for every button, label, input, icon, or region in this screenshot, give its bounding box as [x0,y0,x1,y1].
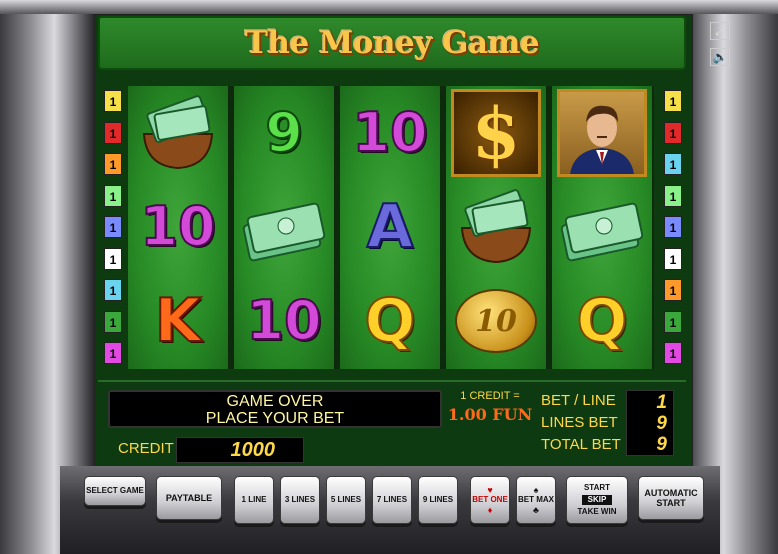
lines-bet-value: 9 [656,413,667,434]
symbol-king: K [154,286,202,356]
right-line-indicator: 1 [664,121,682,144]
cash-stack-icon [560,202,644,262]
heart-icon: ♥ [487,485,493,495]
gold-coin-icon: 10 [455,289,537,353]
five-lines-button[interactable]: 5 LINES [326,476,366,524]
left-line-indicator: 1 [104,90,122,112]
right-line-indicator: 1 [664,184,682,207]
credit-rate-label: 1 CREDIT = [460,390,520,402]
wallet-symbol [128,86,228,180]
left-line-indicator: 1 [104,247,122,270]
right-line-indicator: 1 [664,342,682,364]
message-display: GAME OVER PLACE YOUR BET [108,390,442,428]
spade-icon: ♠ [533,485,539,495]
club-icon: ♣ [533,505,539,515]
three-lines-button[interactable]: 3 LINES [280,476,320,524]
diamond-icon: ♦ [487,505,493,515]
reel-5: Q [552,86,652,369]
left-line-indicator: 1 [104,153,122,175]
reel-3: 10 A Q [340,86,440,369]
message-line-1: GAME OVER [226,393,324,410]
reel-4: $ 10 [446,86,546,369]
cabinet-top-trim [0,0,778,14]
paytable-button[interactable]: PAYTABLE [156,476,222,520]
lines-bet-label: LINES BET [541,414,618,431]
one-line-button[interactable]: 1 LINE [234,476,274,524]
portrait-frame [557,89,647,177]
wallet-icon [142,95,214,170]
right-line-indicator: 1 [664,153,682,175]
bet-per-line-label: BET / LINE [541,392,616,409]
nine-lines-button[interactable]: 9 LINES [418,476,458,524]
automatic-start-button[interactable]: AUTOMATIC START [638,476,704,520]
man-symbol [552,86,652,180]
cash-stack-icon [242,202,326,262]
symbol-ten: 10 [139,195,216,258]
right-line-indicator: 1 [664,247,682,270]
seven-lines-button[interactable]: 7 LINES [372,476,412,524]
bet-one-button[interactable]: ♥ BET ONE ♦ [470,476,510,524]
bet-per-line-value: 1 [656,392,667,413]
symbol-ten: 10 [245,289,322,352]
symbol-ace: A [366,192,414,262]
wallet-icon [460,189,532,264]
reel-2: 9 10 [234,86,334,369]
left-line-indicator: 1 [104,121,122,144]
bet-values-display: 1 9 9 [626,390,674,456]
select-game-button[interactable]: SELECT GAME [84,476,146,506]
symbol-queen: Q [363,286,416,356]
credit-value: 1000 [176,437,304,463]
credit-rate-value: 1.00 FUN [447,405,533,424]
left-line-indicator: 1 [104,184,122,207]
total-bet-value: 9 [656,434,667,455]
left-line-indicator: 1 [104,342,122,364]
start-skip-takewin-button[interactable]: START SKIP TAKE WIN [566,476,628,524]
bet-max-button[interactable]: ♠ BET MAX ♣ [516,476,556,524]
symbol-ten: 10 [351,101,428,164]
left-line-indicator: 1 [104,310,122,333]
cash-symbol [234,180,334,274]
coin-symbol: 10 [446,274,546,368]
title-banner: The Money Game [98,16,686,70]
symbol-nine: 9 [264,101,304,164]
right-line-indicator: 1 [664,310,682,333]
reel-1: 10 K [128,86,228,369]
dollar-symbol: $ [446,86,546,180]
right-line-indicator: 1 [664,279,682,301]
cash-symbol [552,180,652,274]
fullscreen-icon[interactable]: ⤢ [710,22,730,40]
right-line-indicator: 1 [664,216,682,238]
total-bet-label: TOTAL BET [541,436,621,453]
speaker-icon[interactable]: 🔈 [710,48,730,66]
game-title: The Money Game [244,25,540,61]
left-line-indicator: 1 [104,279,122,301]
wallet-symbol [446,180,546,274]
message-line-2: PLACE YOUR BET [205,410,345,427]
left-line-indicator: 1 [104,216,122,238]
symbol-queen: Q [575,286,628,356]
dollar-sign-icon: $ [471,91,521,175]
dollar-frame: $ [451,89,541,177]
reels-area: 10 K 9 10 10 A Q $ 10 Q [128,86,654,369]
credit-label: CREDIT [118,440,174,457]
businessman-icon [570,105,634,174]
right-line-indicator: 1 [664,90,682,112]
